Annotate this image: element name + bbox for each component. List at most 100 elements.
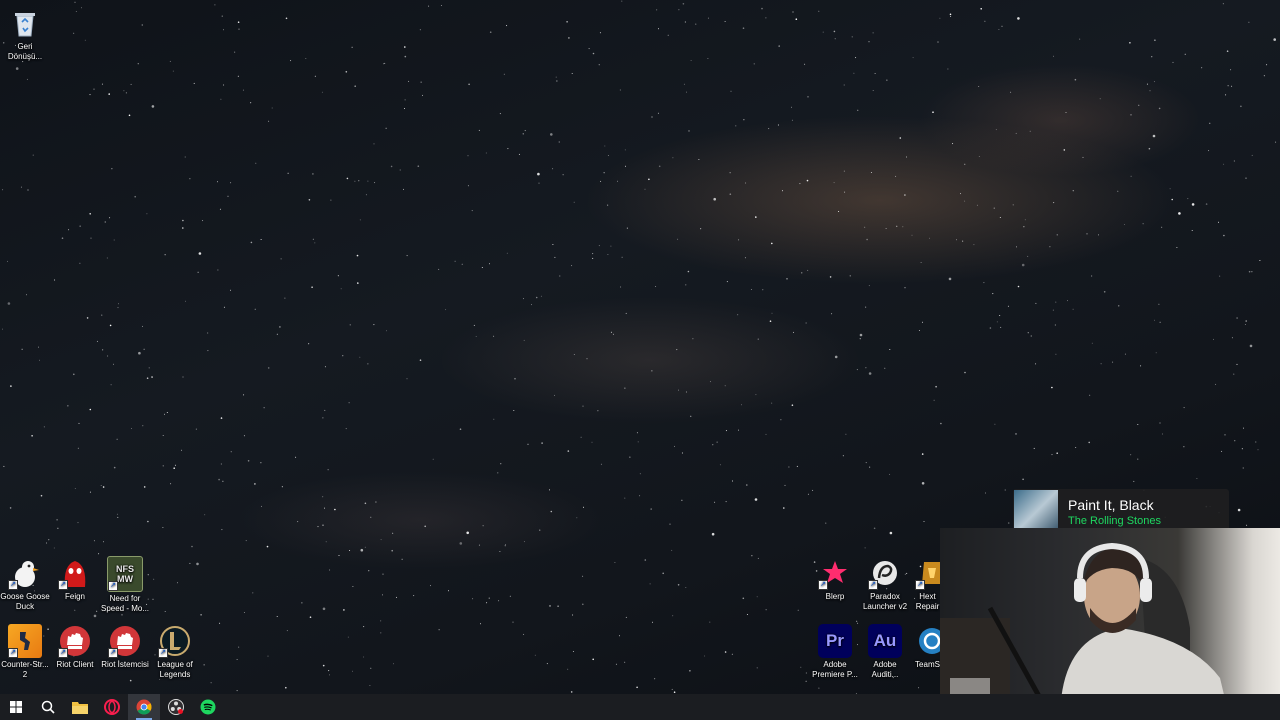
star: [921, 482, 925, 485]
star: [725, 430, 727, 432]
star: [7, 302, 11, 305]
star: [101, 83, 103, 85]
star: [20, 186, 22, 188]
riot-client-shortcut[interactable]: ↗ Riot Client: [50, 624, 100, 670]
star: [1021, 263, 1025, 267]
star: [1255, 441, 1257, 443]
star: [735, 125, 737, 127]
star: [365, 194, 367, 196]
star: [102, 486, 105, 488]
star: [1251, 154, 1253, 156]
goose-goose-duck-shortcut[interactable]: ↗ Goose Goose Duck: [0, 556, 50, 612]
star: [169, 60, 171, 62]
star: [1224, 434, 1226, 436]
star: [859, 338, 861, 340]
paradox-launcher-shortcut[interactable]: ↗ Paradox Launcher v2: [860, 556, 910, 612]
star: [523, 339, 525, 341]
adobe-audition-icon: Au: [868, 624, 902, 658]
star: [689, 670, 691, 672]
star: [993, 207, 995, 209]
opera-gx-icon: [104, 699, 120, 715]
star: [217, 181, 218, 183]
star: [555, 76, 557, 78]
star: [923, 521, 925, 522]
star: [96, 340, 98, 342]
counter-strike-shortcut[interactable]: ↗ Counter-Str... 2: [0, 624, 50, 680]
star: [625, 312, 627, 314]
star: [1171, 198, 1173, 201]
star: [684, 21, 686, 23]
star: [182, 376, 184, 378]
star: [345, 428, 347, 430]
teamspeak-shortcut[interactable]: TeamS: [905, 624, 940, 670]
star: [1154, 39, 1156, 41]
adobe-audition-shortcut[interactable]: Au Adobe Auditi...: [860, 624, 910, 680]
star: [1221, 450, 1223, 452]
star: [1236, 317, 1238, 319]
star: [74, 1, 76, 3]
star: [791, 106, 792, 108]
hextech-repair-shortcut[interactable]: ↗ Hext Repair: [905, 556, 940, 612]
star: [896, 225, 898, 227]
star: [698, 159, 700, 160]
icon-label: TeamS: [915, 660, 940, 669]
star: [7, 260, 8, 262]
star: [607, 254, 609, 255]
search-button[interactable]: [32, 694, 64, 720]
adobe-premiere-shortcut[interactable]: Pr Adobe Premiere P...: [810, 624, 860, 680]
riot-istemcisi-shortcut[interactable]: ↗ Riot İstemcisi: [100, 624, 150, 670]
star: [1051, 386, 1053, 389]
star: [445, 309, 447, 311]
start-button[interactable]: [0, 694, 32, 720]
star: [807, 493, 809, 495]
shortcut-arrow-icon: ↗: [58, 648, 68, 658]
star: [131, 428, 132, 429]
star: [322, 417, 324, 419]
chrome-button[interactable]: [128, 694, 160, 720]
file-explorer-button[interactable]: [64, 694, 96, 720]
star: [956, 239, 957, 241]
opera-gx-button[interactable]: [96, 694, 128, 720]
star: [503, 73, 505, 75]
star: [138, 351, 141, 355]
star: [193, 82, 195, 84]
star: [166, 412, 168, 413]
star: [413, 595, 415, 597]
search-icon: [41, 700, 55, 714]
obs-button[interactable]: [160, 694, 192, 720]
star: [678, 9, 680, 11]
star: [1088, 441, 1090, 444]
star: [404, 55, 407, 58]
star: [855, 57, 857, 59]
star: [677, 584, 680, 586]
star: [797, 609, 799, 611]
star: [842, 455, 844, 457]
star: [21, 348, 23, 350]
spotify-button[interactable]: [192, 694, 224, 720]
star: [116, 438, 118, 440]
star: [1151, 56, 1153, 58]
need-for-speed-shortcut[interactable]: NFS MW ↗ Need for Speed - Mo...: [100, 556, 150, 614]
shortcut-arrow-icon: ↗: [915, 580, 925, 590]
star: [459, 542, 463, 545]
star: [32, 154, 34, 156]
adobe-premiere-icon: Pr: [818, 624, 852, 658]
star: [889, 531, 893, 535]
star: [189, 562, 191, 564]
league-of-legends-shortcut[interactable]: ↗ League of Legends: [150, 624, 200, 680]
star: [113, 363, 114, 365]
star: [227, 195, 229, 197]
star: [844, 191, 846, 193]
feign-shortcut[interactable]: ↗ Feign: [50, 556, 100, 602]
star: [101, 314, 103, 316]
recycle-bin[interactable]: Geri Dönüşü...: [0, 6, 50, 62]
star: [592, 253, 594, 255]
star: [829, 276, 832, 278]
star: [624, 149, 626, 151]
star: [197, 271, 199, 273]
star: [1016, 246, 1017, 248]
star: [89, 408, 92, 411]
blerp-shortcut[interactable]: ↗ Blerp: [810, 556, 860, 602]
star: [260, 462, 262, 464]
star: [1035, 363, 1037, 365]
